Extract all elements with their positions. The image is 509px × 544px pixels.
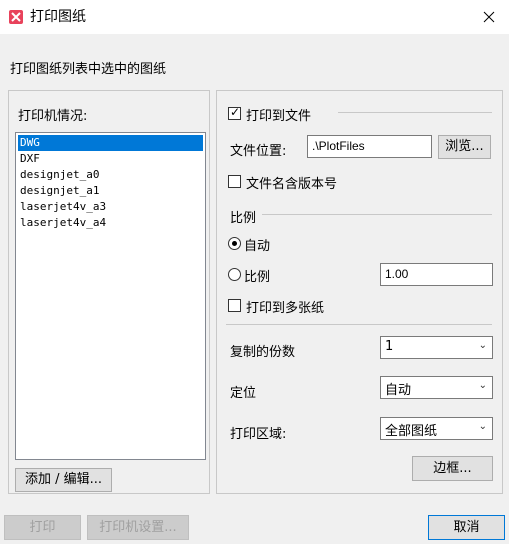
print-button[interactable]: 打印	[4, 515, 81, 540]
orientation-value: 自动	[385, 383, 412, 398]
window-title: 打印图纸	[30, 9, 86, 25]
scale-auto-radio[interactable]	[228, 237, 241, 250]
scale-ratio-label: 比例	[244, 270, 271, 285]
copies-value: 1	[385, 339, 394, 354]
chevron-down-icon: ⌄	[478, 421, 487, 432]
divider	[226, 324, 492, 325]
file-location-input[interactable]: .\PlotFiles	[307, 135, 432, 158]
copies-label: 复制的份数	[230, 345, 296, 360]
print-area-select[interactable]: 全部图纸 ⌄	[380, 417, 493, 440]
multi-sheet-label: 打印到多张纸	[246, 301, 325, 316]
chevron-down-icon: ⌄	[478, 340, 487, 351]
scale-ratio-radio[interactable]	[228, 268, 241, 281]
close-icon[interactable]	[478, 6, 500, 28]
dialog-subtitle: 打印图纸列表中选中的图纸	[10, 62, 167, 77]
chevron-down-icon: ⌄	[478, 380, 487, 391]
print-area-value: 全部图纸	[385, 424, 438, 439]
list-item[interactable]: designjet_a1	[18, 183, 203, 199]
include-version-label: 文件名含版本号	[246, 177, 338, 192]
radio-selected-dot	[232, 241, 237, 246]
include-version-checkbox[interactable]	[228, 175, 241, 188]
printer-status-label: 打印机情况:	[18, 109, 88, 124]
divider	[338, 112, 492, 113]
list-item[interactable]: laserjet4v_a4	[18, 215, 203, 231]
app-icon	[9, 10, 23, 24]
scale-ratio-input[interactable]: 1.00	[380, 263, 493, 286]
cancel-button[interactable]: 取消	[428, 515, 505, 540]
orientation-select[interactable]: 自动 ⌄	[380, 376, 493, 399]
list-item[interactable]: laserjet4v_a3	[18, 199, 203, 215]
border-button[interactable]: 边框...	[412, 456, 493, 481]
print-area-label: 打印区域:	[230, 427, 287, 442]
list-item[interactable]: DWG	[18, 135, 203, 151]
orientation-label: 定位	[230, 386, 257, 401]
divider	[262, 214, 492, 215]
browse-button[interactable]: 浏览...	[438, 135, 491, 159]
multi-sheet-checkbox[interactable]	[228, 299, 241, 312]
add-edit-button[interactable]: 添加 / 编辑...	[15, 468, 112, 492]
file-location-label: 文件位置:	[230, 144, 287, 159]
check-icon: ✓	[230, 105, 241, 119]
printer-list[interactable]: DWG DXF designjet_a0 designjet_a1 laserj…	[15, 132, 206, 460]
scale-section-label: 比例	[230, 211, 257, 226]
list-item[interactable]: designjet_a0	[18, 167, 203, 183]
list-item[interactable]: DXF	[18, 151, 203, 167]
print-to-file-label: 打印到文件	[246, 109, 312, 124]
print-to-file-checkbox[interactable]: ✓	[228, 105, 241, 120]
copies-select[interactable]: 1 ⌄	[380, 336, 493, 359]
printer-settings-button[interactable]: 打印机设置...	[87, 515, 189, 540]
scale-auto-label: 自动	[244, 239, 271, 254]
